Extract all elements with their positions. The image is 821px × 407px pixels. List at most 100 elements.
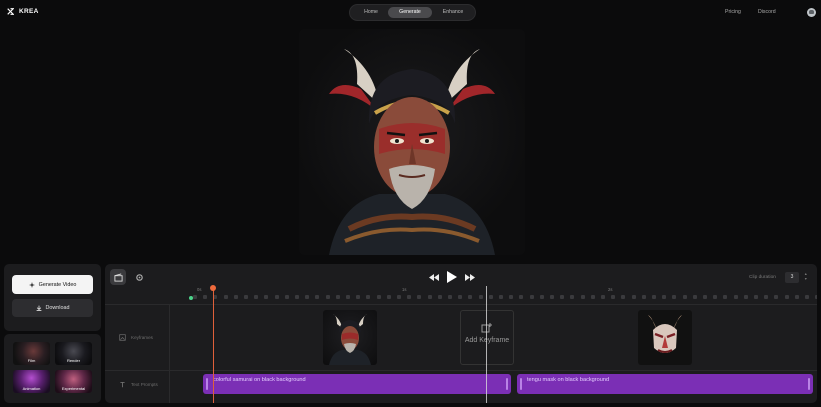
text-prompt-clip-2[interactable]: tengu mask on black background: [517, 374, 813, 394]
gear-icon: [135, 273, 143, 281]
ruler-tick: [580, 295, 585, 299]
text-prompts-label: Text Prompts: [131, 382, 158, 387]
text-prompt-clip-1[interactable]: colorful samurai on black background: [203, 374, 511, 394]
playhead-handle[interactable]: [210, 285, 216, 291]
text-prompts-row-label: Text Prompts: [119, 381, 158, 388]
ruler-label-2s: 2s: [608, 287, 613, 292]
ruler-tick: [631, 295, 636, 299]
ruler-tick: [478, 295, 483, 299]
preset-film[interactable]: Film: [13, 342, 50, 365]
clip-duration-input[interactable]: 3: [785, 272, 799, 283]
ruler-tick: [692, 295, 697, 299]
ruler-tick: [366, 295, 371, 299]
row-divider: [105, 304, 817, 305]
ruler-tick: [223, 295, 228, 299]
start-marker: [189, 296, 193, 300]
generated-preview-image: [299, 29, 525, 255]
ruler-tick: [743, 295, 748, 299]
ruler-tick: [570, 295, 575, 299]
image-icon: [119, 334, 126, 341]
ruler-tick: [264, 295, 269, 299]
ruler-tick: [601, 295, 605, 299]
ruler-tick: [815, 295, 817, 299]
ruler-tick: [539, 295, 544, 299]
add-keyframe-button[interactable]: Add Keyframe: [460, 310, 514, 365]
ruler-tick: [315, 295, 320, 299]
discord-link[interactable]: Discord: [758, 9, 776, 15]
ruler-tick: [672, 295, 677, 299]
ruler-tick: [499, 295, 503, 299]
generate-video-button[interactable]: Generate Video: [12, 275, 93, 294]
ruler-tick: [335, 295, 340, 299]
keyframes-label: Keyframes: [131, 335, 153, 340]
samurai-thumbnail: [329, 314, 371, 365]
rewind-icon[interactable]: [429, 273, 439, 281]
ruler-tick: [519, 295, 524, 299]
ruler-tick: [560, 295, 565, 299]
download-icon: [36, 305, 41, 311]
krea-logo-icon: [7, 8, 14, 15]
keyframe-thumbnail-tengu[interactable]: [638, 310, 692, 365]
keyframe-thumbnail-samurai[interactable]: [323, 310, 377, 365]
ruler-tick: [427, 295, 432, 299]
ruler-tick: [295, 295, 299, 299]
user-avatar-icon[interactable]: [807, 8, 816, 17]
ruler-tick: [774, 295, 779, 299]
preset-experimental-label: Experimental: [61, 386, 86, 391]
ruler-tick: [244, 295, 248, 299]
ruler-tick: [193, 295, 197, 299]
fast-forward-icon[interactable]: [465, 273, 475, 281]
ruler-tick: [754, 295, 758, 299]
preset-render[interactable]: Render: [55, 342, 92, 365]
ruler-tick: [203, 295, 208, 299]
nav-enhance[interactable]: Enhance: [434, 7, 472, 18]
ruler-tick: [794, 295, 799, 299]
ruler-tick: [509, 295, 514, 299]
ruler-tick: [764, 295, 769, 299]
timeline-panel: Clip duration 3 ▲ ▼ 0s 1s 2s Keyframes Te…: [105, 264, 817, 403]
sparkle-icon: [28, 281, 35, 288]
brand-name: KREA: [19, 8, 39, 15]
nav-home[interactable]: Home: [354, 7, 388, 18]
ruler-tick: [386, 295, 391, 299]
ruler-tick: [376, 295, 381, 299]
ruler-tick: [641, 295, 646, 299]
tengu-mask-thumbnail: [648, 315, 682, 353]
clapper-button[interactable]: [110, 269, 126, 285]
preset-render-label: Render: [66, 358, 81, 363]
ruler-tick: [448, 295, 452, 299]
preset-experimental[interactable]: Experimental: [55, 370, 92, 393]
add-image-icon: [481, 323, 492, 333]
clip-duration-stepper[interactable]: ▲ ▼: [804, 272, 808, 282]
ruler-tick: [550, 295, 554, 299]
playback-controls: [429, 271, 475, 283]
ruler-tick: [458, 295, 463, 299]
text-prompt-1: colorful samurai on black background: [213, 377, 306, 383]
settings-button[interactable]: [131, 269, 147, 285]
brand-logo[interactable]: KREA: [7, 8, 39, 15]
pricing-link[interactable]: Pricing: [725, 9, 741, 15]
download-button[interactable]: Download: [12, 299, 93, 317]
preset-animation[interactable]: Animation: [13, 370, 50, 393]
nav-generate[interactable]: Generate: [388, 7, 432, 18]
play-icon[interactable]: [447, 271, 457, 283]
ruler-label-0s: 0s: [197, 287, 202, 292]
ruler-tick: [417, 295, 422, 299]
ruler-tick: [437, 295, 442, 299]
ruler-tick: [682, 295, 687, 299]
samurai-portrait: [329, 49, 495, 255]
ruler-tick: [662, 295, 667, 299]
ruler-label-1s: 1s: [402, 287, 407, 292]
text-icon: [120, 381, 125, 388]
ruler-tick: [611, 295, 616, 299]
timeline-ruler[interactable]: 0s 1s 2s: [189, 286, 817, 303]
ruler-tick: [652, 295, 656, 299]
ruler-tick: [325, 295, 330, 299]
ruler-tick: [805, 295, 809, 299]
ruler-tick: [233, 295, 238, 299]
clip-duration-label: Clip duration: [749, 275, 776, 280]
ruler-tick: [407, 295, 412, 299]
ruler-tick: [529, 295, 534, 299]
ruler-tick: [305, 295, 310, 299]
main-nav: Home Generate Enhance: [349, 4, 476, 21]
